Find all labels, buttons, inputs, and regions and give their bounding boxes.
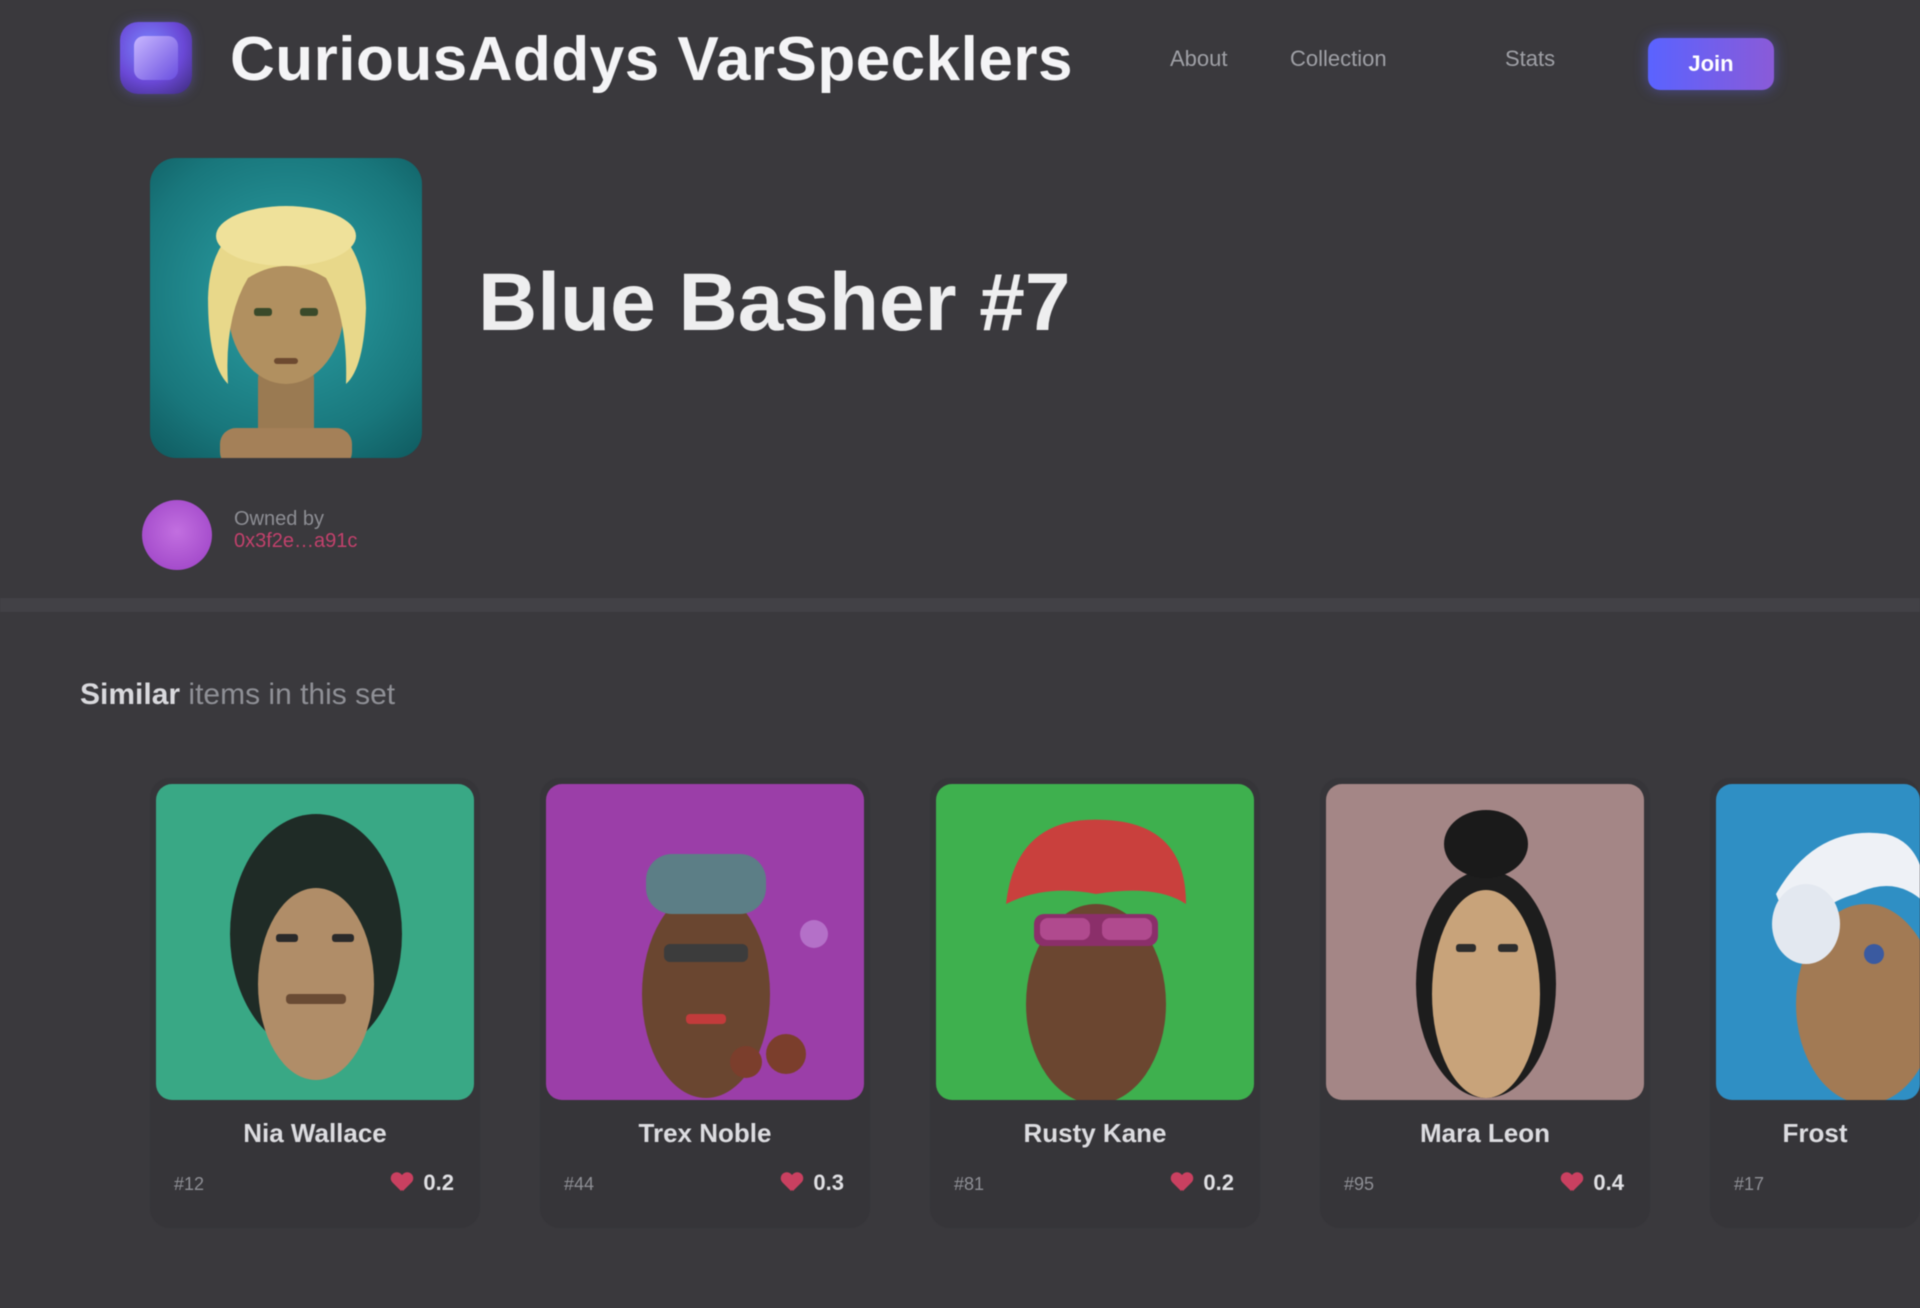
nav-link-about[interactable]: About xyxy=(1170,44,1250,74)
planet-logo-icon[interactable] xyxy=(120,22,192,94)
owner-label: Owned by xyxy=(234,508,325,530)
nft-card-id: #17 xyxy=(1734,1174,1765,1194)
nft-card-name: Nia Wallace xyxy=(243,1118,387,1148)
nav-link-stats[interactable]: Stats xyxy=(1505,44,1595,74)
nft-card-id: #44 xyxy=(564,1174,595,1194)
profile-title: Blue Basher #7 xyxy=(478,257,1071,348)
nft-card-price: 0.3 xyxy=(781,1170,844,1196)
nft-card[interactable]: Mara Leon #95 0.4 xyxy=(1320,778,1650,1228)
nft-card-price-value: 0.3 xyxy=(813,1170,844,1195)
nft-card-image[interactable] xyxy=(546,784,864,1100)
nft-card-price-value: 0.2 xyxy=(1203,1170,1234,1195)
nav-link-collection[interactable]: Collection xyxy=(1290,44,1460,74)
heart-icon[interactable] xyxy=(781,1173,803,1193)
nft-card-art xyxy=(642,854,828,1098)
heart-icon[interactable] xyxy=(391,1173,413,1193)
owner-row[interactable]: Owned by 0x3f2e…a91c xyxy=(142,500,702,570)
nft-card-image[interactable] xyxy=(1716,784,1920,1100)
nft-card-art xyxy=(1416,810,1556,1098)
nft-card[interactable]: Rusty Kane #81 0.2 xyxy=(930,778,1260,1228)
nft-card[interactable]: Frost #17 xyxy=(1710,778,1920,1228)
join-button[interactable]: Join xyxy=(1648,38,1774,90)
nft-card-name: Mara Leon xyxy=(1419,1118,1551,1148)
nft-card[interactable]: Trex Noble #44 0.3 xyxy=(540,778,870,1228)
nft-card-price-value: 0.4 xyxy=(1593,1170,1624,1195)
nft-card[interactable]: Nia Wallace #12 0.2 xyxy=(150,778,480,1228)
brand-title[interactable]: CuriousAddys VarSpecklers xyxy=(230,24,1073,96)
owner-address-link[interactable]: 0x3f2e…a91c xyxy=(234,530,357,553)
logo-glyph xyxy=(134,36,178,80)
owner-avatar[interactable] xyxy=(142,500,212,570)
top-header: CuriousAddys VarSpecklers About Collecti… xyxy=(0,0,1920,120)
nft-card-price: 0.2 xyxy=(1171,1170,1234,1196)
section-title-text: Similar xyxy=(80,678,181,711)
section-divider xyxy=(0,598,1920,612)
nft-card-art xyxy=(1006,819,1186,1100)
nft-card-image[interactable] xyxy=(1326,784,1644,1100)
heart-icon[interactable] xyxy=(1171,1173,1193,1193)
nft-card-name: Rusty Kane xyxy=(1023,1118,1167,1148)
section-subtitle: items in this set xyxy=(188,678,396,711)
profile-avatar-art xyxy=(208,206,366,458)
nft-card-art xyxy=(230,814,402,1080)
nft-card-id: #95 xyxy=(1344,1174,1375,1194)
nft-card-art xyxy=(1772,832,1920,1100)
nft-card-price-value: 0.2 xyxy=(423,1170,454,1195)
nft-card-id: #81 xyxy=(954,1174,985,1194)
page-root: CuriousAddys VarSpecklers About Collecti… xyxy=(0,0,1920,1308)
heart-icon[interactable] xyxy=(1561,1173,1583,1193)
profile-avatar xyxy=(150,158,422,458)
nft-card-name: Frost xyxy=(1782,1118,1848,1148)
nft-card-image[interactable] xyxy=(936,784,1254,1100)
section-title: Similar items in this set xyxy=(80,678,395,712)
nft-card-image[interactable] xyxy=(156,784,474,1100)
nft-card-id: #12 xyxy=(174,1174,205,1194)
nft-card-name: Trex Noble xyxy=(638,1118,772,1148)
card-row: Nia Wallace #12 0.2 Trex Noble #44 0.3 R… xyxy=(150,778,1920,1228)
nft-card-price: 0.4 xyxy=(1561,1170,1624,1196)
nft-card-price: 0.2 xyxy=(391,1170,454,1196)
